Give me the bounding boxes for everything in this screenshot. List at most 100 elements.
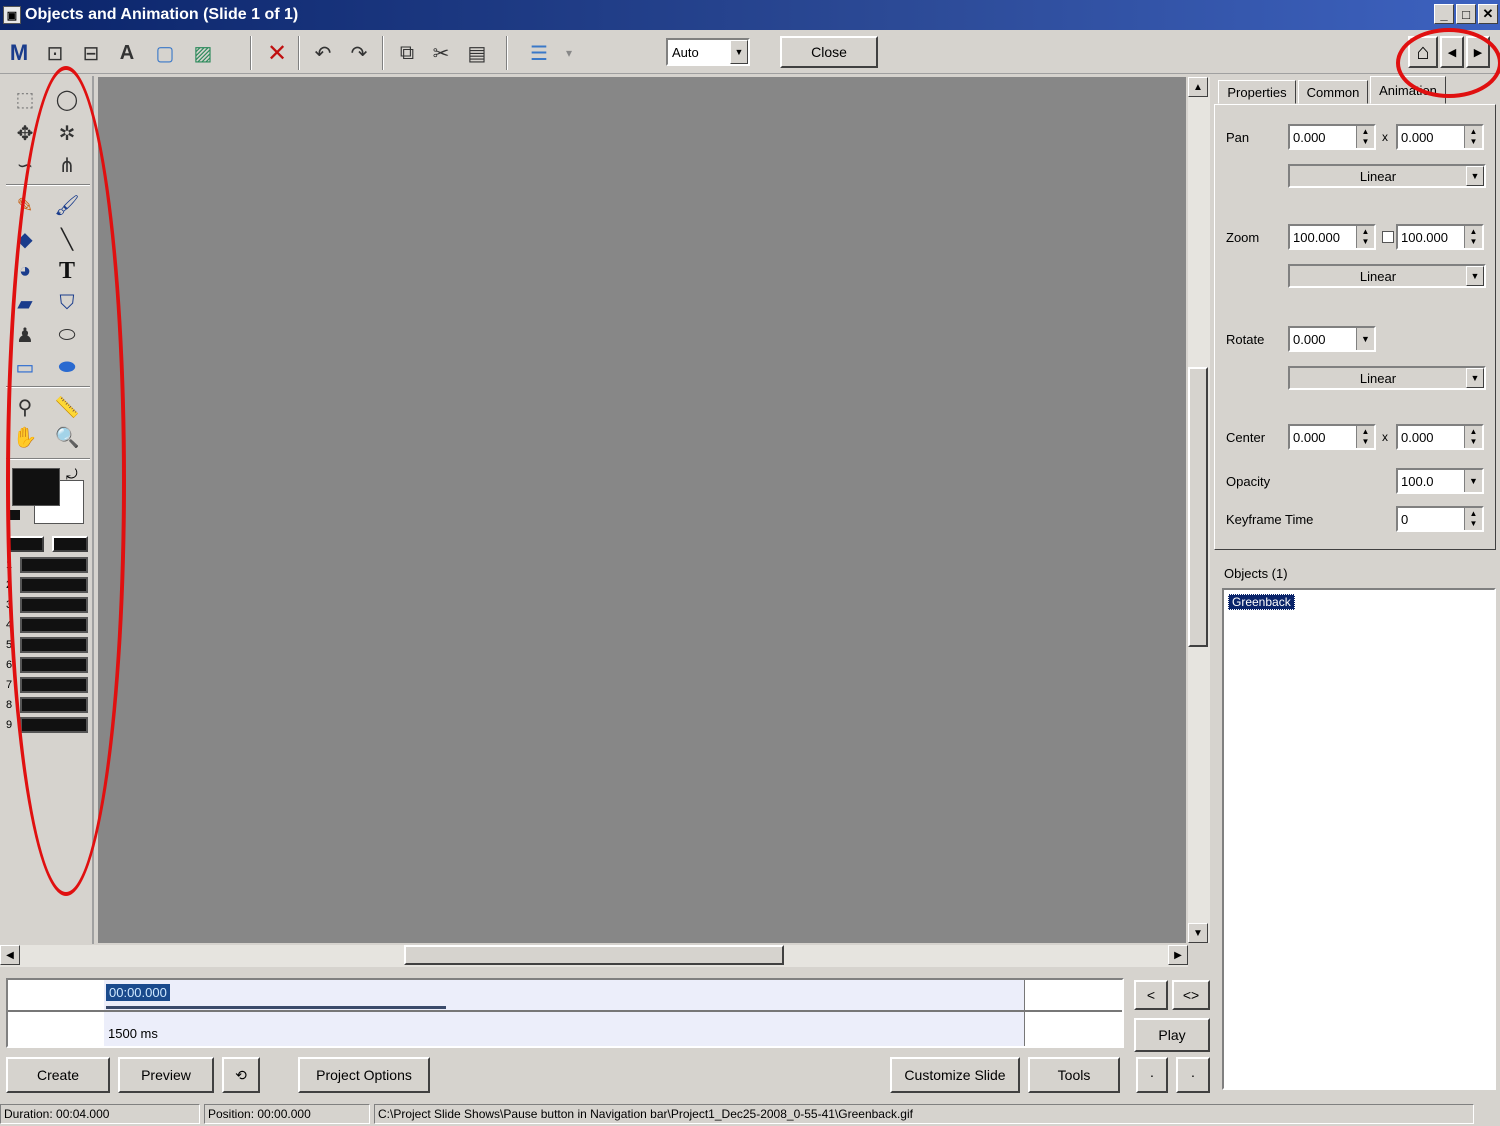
ruler-icon[interactable]: 📏 [50,392,84,422]
marquee-select-icon[interactable]: ⬚ [8,84,42,114]
next-slide-icon[interactable]: ▶ [1466,36,1490,68]
delete-icon[interactable]: ✕ [262,38,292,68]
create-button[interactable]: Create [6,1057,110,1093]
line-icon[interactable]: ╲ [50,224,84,254]
pencil-icon[interactable]: ✎ [8,190,42,220]
tab-animation[interactable]: Animation [1370,76,1446,104]
scroll-up-icon[interactable]: ▲ [1188,77,1208,97]
foreground-color-swatch[interactable] [12,468,60,506]
magic-wand-icon[interactable]: ✲ [50,118,84,148]
rotate-interpolation-select[interactable]: Linear ▼ [1288,366,1486,390]
default-colors-icon[interactable] [10,510,20,520]
center-y-input[interactable]: 0.000 ▲ ▼ [1396,424,1484,450]
text-tool-button[interactable]: A [112,38,142,68]
line-width-row[interactable]: 2 [6,576,88,594]
bandage-icon[interactable]: ⬭ [50,320,84,350]
clone-icon[interactable]: ♟ [8,320,42,350]
freeform-icon[interactable]: ∽ [8,150,42,180]
text-tool-icon[interactable]: T [50,256,84,286]
horizontal-scrollbar[interactable]: ◀ ▶ [0,945,1188,967]
lock-aspect-checkbox[interactable] [1382,231,1394,243]
vertical-scrollbar[interactable]: ▲ ▼ [1188,77,1210,943]
zoom-interpolation-select[interactable]: Linear ▼ [1288,264,1486,288]
cut-icon[interactable]: ✂ [426,38,456,68]
prev-slide-icon[interactable]: ◀ [1440,36,1464,68]
lasso-icon[interactable]: ◯ [50,84,84,114]
horizontal-scroll-thumb[interactable] [404,945,784,965]
small-option-button-b[interactable]: · [1176,1057,1210,1093]
smudge-icon[interactable]: ▰ [8,288,42,318]
opacity-input[interactable]: 100.0 ▼ [1396,468,1484,494]
minimize-button[interactable]: _ [1434,4,1454,24]
line-width-row[interactable]: 9 [6,716,88,734]
fill-bucket-icon[interactable]: ◕ [8,256,42,286]
line-width-row[interactable]: 5 [6,636,88,654]
small-option-button-a[interactable]: · [1136,1057,1168,1093]
line-width-row[interactable]: 1 [6,556,88,574]
scroll-right-icon[interactable]: ▶ [1168,945,1188,965]
list-icon[interactable]: ☰ [524,38,554,68]
preview-button[interactable]: Preview [118,1057,214,1093]
copy-icon[interactable]: ⧉ [392,38,422,68]
brush-icon[interactable]: 🖌 [50,190,84,220]
tools-button[interactable]: Tools [1028,1057,1120,1093]
timeline[interactable]: 00:00.000 1500 ms [6,978,1124,1048]
maximize-button[interactable]: □ [1456,4,1476,24]
picture-icon[interactable]: ▨ [188,38,218,68]
slide-canvas[interactable] [98,77,1186,943]
objects-list[interactable]: Greenback [1222,588,1496,1090]
line-width-row[interactable]: 8 [6,696,88,714]
magnifier-icon[interactable]: 🔍 [50,422,84,452]
pan-x-input[interactable]: 0.000 ▲ ▼ [1288,124,1376,150]
nav-keyframe-button[interactable]: <> [1172,980,1210,1010]
pan-y-input[interactable]: 0.000 ▲ ▼ [1396,124,1484,150]
rectangle-shape-icon[interactable]: ▭ [8,352,42,382]
undo-icon[interactable]: ↶ [308,38,338,68]
project-options-button[interactable]: Project Options [298,1057,430,1093]
zoom-y-input[interactable]: 100.000 ▲ ▼ [1396,224,1484,250]
line-width-row[interactable]: 7 [6,676,88,694]
ellipse-shape-icon[interactable]: ⬬ [50,352,84,382]
swap-colors-icon[interactable]: ⤾ [66,466,78,483]
time-marker[interactable]: 00:00.000 [106,984,170,1001]
scroll-left-icon[interactable]: ◀ [0,945,20,965]
slide-icon[interactable]: ⊟ [76,38,106,68]
home-icon[interactable]: ⌂ [1408,36,1438,68]
zoom-select[interactable]: Auto ▼ [666,38,750,66]
tab-properties[interactable]: Properties [1218,80,1296,104]
scroll-down-icon[interactable]: ▼ [1188,923,1208,943]
menu-m-button[interactable]: M [4,38,34,68]
keyframe-bar[interactable] [106,1006,446,1009]
stamp-icon[interactable]: ⛉ [50,288,84,318]
line-style-solid-button[interactable] [8,536,44,552]
play-button[interactable]: Play [1134,1018,1210,1052]
rotate-input[interactable]: 0.000 ▼ [1288,326,1376,352]
keyframe-time-input[interactable]: 0 ▲ ▼ [1396,506,1484,532]
vertical-scroll-thumb[interactable] [1188,367,1208,647]
image-icon[interactable]: ▢ [150,38,180,68]
eraser-icon[interactable]: ◆ [8,224,42,254]
prev-keyframe-button[interactable]: < [1134,980,1168,1010]
line-width-row[interactable]: 4 [6,616,88,634]
close-button[interactable]: Close [780,36,878,68]
center-x-input[interactable]: 0.000 ▲ ▼ [1288,424,1376,450]
eyedropper-icon[interactable]: ⚲ [8,392,42,422]
line-style-dash-button[interactable] [52,536,88,552]
loop-icon[interactable]: ⟲ [222,1057,260,1093]
line-width-row[interactable]: 3 [6,596,88,614]
tab-common[interactable]: Common [1298,80,1368,104]
redo-icon[interactable]: ↷ [344,38,374,68]
pan-interpolation-select[interactable]: Linear ▼ [1288,164,1486,188]
hand-icon[interactable]: ✋ [8,422,42,452]
list-item[interactable]: Greenback [1228,594,1295,610]
paste-icon[interactable]: ▤ [462,38,492,68]
timeline-track[interactable] [104,980,1024,1046]
move-icon[interactable]: ✥ [8,118,42,148]
list-dropdown-icon[interactable]: ▾ [554,38,584,68]
customize-slide-button[interactable]: Customize Slide [890,1057,1020,1093]
polygon-lasso-icon[interactable]: ⋔ [50,150,84,180]
zoom-x-input[interactable]: 100.000 ▲ ▼ [1288,224,1376,250]
close-window-button[interactable]: ✕ [1478,4,1498,24]
line-width-row[interactable]: 6 [6,656,88,674]
frame-icon[interactable]: ⊡ [40,38,70,68]
